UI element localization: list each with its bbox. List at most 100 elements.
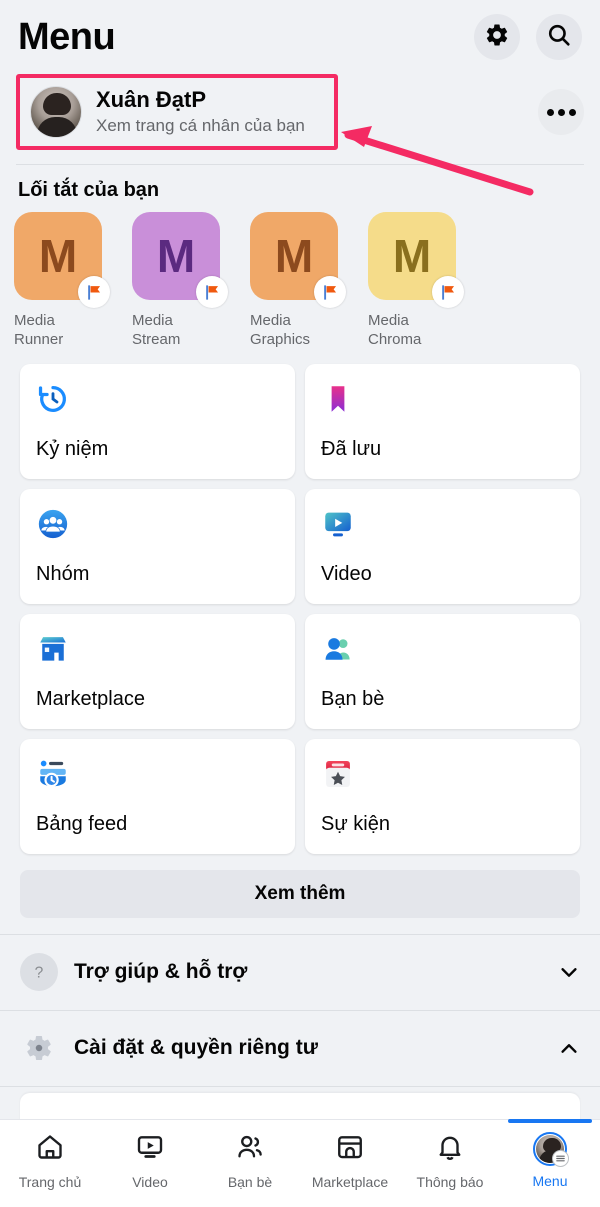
chevron-up-icon[interactable]: [558, 1037, 580, 1059]
active-tab-indicator: [508, 1119, 592, 1123]
bell-icon: [435, 1132, 465, 1167]
menu-card-label: Bạn bè: [321, 687, 385, 710]
video-icon: [135, 1132, 165, 1167]
menu-card-friends[interactable]: Bạn bè: [305, 613, 580, 729]
shortcut-item[interactable]: M Media Chroma: [368, 212, 470, 350]
shortcut-label-line2: Graphics: [250, 330, 311, 348]
friends-icon: [321, 632, 355, 666]
row-settings-privacy[interactable]: Cài đặt & quyền riêng tư: [0, 1011, 600, 1086]
shortcut-letter: M: [156, 230, 196, 282]
shortcuts-title: Lối tắt của bạn: [18, 179, 160, 201]
avatar: [30, 86, 82, 138]
shortcuts-list: M Media Runner M Media Stream M Media Gr…: [0, 212, 600, 350]
search-icon: [546, 22, 572, 53]
nav-item-notifications[interactable]: Thông báo: [400, 1120, 500, 1207]
menu-card-label: Kỷ niệm: [36, 437, 109, 460]
menu-card-video[interactable]: Video: [305, 488, 580, 604]
flag-icon: [196, 276, 228, 308]
shortcut-item[interactable]: M Media Runner: [14, 212, 116, 350]
profile-more-button[interactable]: [538, 89, 584, 135]
shortcut-label: Media Graphics: [250, 312, 338, 350]
friends-icon: [235, 1132, 265, 1167]
menu-card-label: Đã lưu: [321, 437, 382, 460]
shortcut-letter: M: [274, 230, 314, 282]
nav-item-home[interactable]: Trang chủ: [0, 1120, 100, 1207]
see-more-button[interactable]: Xem thêm: [20, 869, 580, 918]
memories-clock-icon: [36, 382, 70, 416]
shortcut-tile[interactable]: M: [368, 212, 464, 308]
settings-button[interactable]: [474, 14, 520, 60]
menu-card-groups[interactable]: Nhóm: [20, 488, 295, 604]
shortcut-letter: M: [38, 230, 78, 282]
question-mark-icon: ?: [20, 953, 58, 991]
page-title: Menu: [18, 15, 116, 58]
flag-icon: [432, 276, 464, 308]
profile-row[interactable]: Xuân ĐạtP Xem trang cá nhân của bạn: [16, 74, 338, 150]
row-divider: [0, 1085, 600, 1087]
shortcut-label-line1: Media: [14, 312, 55, 329]
video-icon: [321, 507, 355, 541]
menu-screen: Menu Xuân ĐạtP Xem trang cá nhân của bạn…: [0, 0, 600, 1207]
row-label: Trợ giúp & hỗ trợ: [74, 960, 248, 983]
shortcut-label: Media Stream: [132, 312, 220, 350]
bottom-nav: Trang chủ Video Bạn bè Marketplace Thông…: [0, 1119, 600, 1207]
row-help-support[interactable]: ? Trợ giúp & hỗ trợ: [0, 935, 600, 1010]
nav-label: Video: [132, 1174, 168, 1190]
header: Menu: [0, 0, 600, 70]
nav-label: Marketplace: [311, 1174, 389, 1190]
nav-item-video[interactable]: Video: [100, 1120, 200, 1207]
menu-card-feeds[interactable]: Bảng feed: [20, 738, 295, 854]
marketplace-icon: [36, 632, 70, 666]
menu-card-memories[interactable]: Kỷ niệm: [20, 363, 295, 479]
shortcut-label: Media Chroma: [368, 312, 456, 350]
more-dots-icon: [546, 108, 554, 116]
shortcut-letter: M: [392, 230, 432, 282]
chevron-down-icon[interactable]: [558, 961, 580, 983]
shortcut-label-line1: Media: [132, 312, 173, 329]
menu-card-label: Video: [321, 562, 372, 585]
header-actions: [474, 14, 582, 60]
shortcut-item[interactable]: M Media Stream: [132, 212, 234, 350]
menu-card-saved[interactable]: Đã lưu: [305, 363, 580, 479]
nav-item-friends[interactable]: Bạn bè: [200, 1120, 300, 1207]
profile-name: Xuân ĐạtP: [96, 86, 207, 112]
nav-label: Trang chủ: [18, 1174, 82, 1190]
menu-card-label: Nhóm: [36, 562, 90, 585]
shortcut-label-line2: Runner: [14, 330, 64, 348]
groups-icon: [36, 507, 70, 541]
row-label: Cài đặt & quyền riêng tư: [74, 1036, 318, 1059]
feeds-icon: [36, 757, 70, 791]
shortcut-label-line2: Stream: [132, 330, 181, 348]
menu-grid: Kỷ niệm Đã lưu Nhóm Video Marketplace Bạ…: [0, 350, 600, 854]
bookmark-icon: [321, 382, 355, 416]
menu-card-label: Sự kiện: [321, 812, 390, 835]
collapsible-rows: ? Trợ giúp & hỗ trợ Cài đặt & quyền riên…: [0, 933, 600, 1133]
menu-card-marketplace[interactable]: Marketplace: [20, 613, 295, 729]
menu-card-label: Marketplace: [36, 687, 145, 710]
shortcut-label-line1: Media: [368, 312, 409, 329]
marketplace-icon: [335, 1132, 365, 1167]
shortcut-label-line1: Media: [250, 312, 291, 329]
search-button[interactable]: [536, 14, 582, 60]
gear-icon: [484, 22, 510, 53]
home-icon: [35, 1132, 65, 1167]
profile-section: Xuân ĐạtP Xem trang cá nhân của bạn: [0, 74, 600, 150]
nav-item-marketplace[interactable]: Marketplace: [300, 1120, 400, 1207]
nav-label: Menu: [532, 1173, 568, 1189]
more-dots-icon: [557, 108, 565, 116]
shortcut-item[interactable]: M Media Graphics: [250, 212, 352, 350]
profile-subtitle: Xem trang cá nhân của bạn: [96, 116, 305, 136]
shortcut-tile[interactable]: M: [14, 212, 110, 308]
menu-card-label: Bảng feed: [36, 812, 128, 835]
menu-card-events[interactable]: Sự kiện: [305, 738, 580, 854]
gear-icon: [20, 1029, 58, 1067]
nav-item-menu[interactable]: Menu: [500, 1119, 600, 1207]
shortcut-tile[interactable]: M: [250, 212, 346, 308]
shortcut-tile[interactable]: M: [132, 212, 228, 308]
more-dots-icon: [568, 108, 576, 116]
shortcut-label: Media Runner: [14, 312, 102, 350]
events-calendar-icon: [321, 757, 355, 791]
hamburger-badge-icon: [552, 1150, 569, 1167]
svg-text:?: ?: [35, 965, 44, 982]
flag-icon: [78, 276, 110, 308]
